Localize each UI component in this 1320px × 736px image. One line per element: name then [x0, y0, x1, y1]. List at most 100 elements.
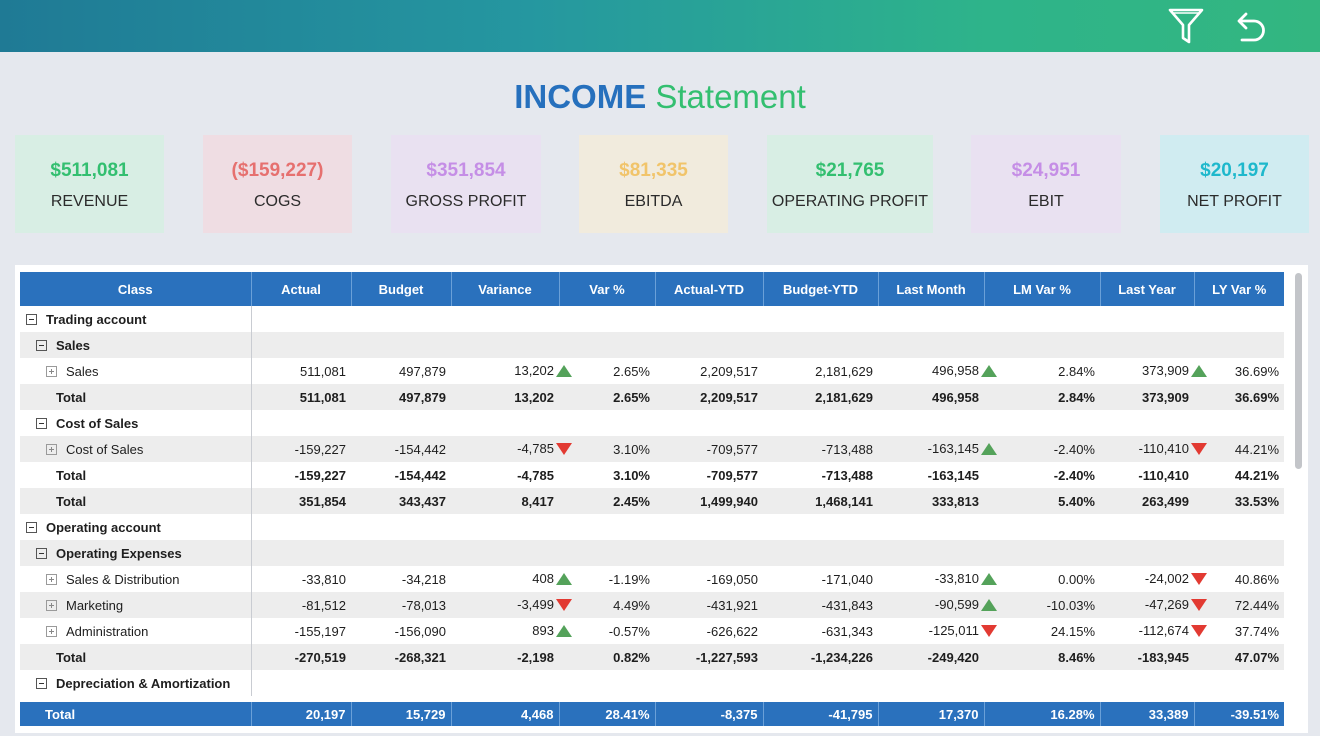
grand-total-value: 20,197: [251, 702, 352, 726]
variance-cell: -24,002: [1100, 566, 1207, 592]
cell-value: [559, 670, 655, 696]
cell-value: 0.00%: [1058, 571, 1095, 587]
cell-value: -163,145: [927, 441, 979, 456]
cell-value: 511,081: [251, 384, 351, 410]
collapse-icon[interactable]: [36, 417, 47, 429]
column-header[interactable]: Actual: [251, 272, 352, 306]
table-row: Administration -155,197 -156,090 893 -0.57% -…: [20, 618, 1284, 644]
triangle-down-icon: [981, 625, 997, 637]
column-header[interactable]: LY Var %: [1194, 272, 1284, 306]
column-header[interactable]: Actual-YTD: [655, 272, 764, 306]
triangle-down-icon: [1191, 625, 1207, 637]
table-row: Marketing -81,512 -78,013 -3,499 4.49% -431,9…: [20, 592, 1284, 618]
column-header[interactable]: Budget-YTD: [763, 272, 879, 306]
column-header[interactable]: Variance: [451, 272, 560, 306]
kpi-card-ebitda: $81,335 EBITDA: [579, 135, 728, 233]
row-label-text: Operating Expenses: [56, 545, 182, 561]
row-label-text: Sales: [56, 337, 90, 353]
cell-value: -154,442: [351, 436, 451, 462]
cell-value: [351, 332, 451, 358]
cell-value: 893: [532, 623, 554, 638]
cell-value: 36.69%: [1234, 363, 1279, 379]
column-header[interactable]: Budget: [351, 272, 452, 306]
cell-value: -2.40%: [984, 436, 1100, 462]
column-header[interactable]: Last Year: [1100, 272, 1195, 306]
variance-cell: -112,674: [1100, 618, 1207, 644]
vertical-scrollbar[interactable]: [1295, 273, 1302, 469]
column-header[interactable]: Class: [20, 272, 252, 306]
cell-value: 40.86%: [1234, 571, 1279, 587]
cell-value: [655, 540, 763, 566]
row-label-text: Total: [56, 389, 87, 405]
cell-value: [984, 332, 1100, 358]
triangle-up-icon: [556, 365, 572, 377]
table-row: Total 351,854 343,437 8,417 2.45% 1,499,940 1,…: [20, 488, 1284, 514]
expand-icon[interactable]: [46, 365, 57, 377]
cell-value: -125,011: [928, 623, 979, 638]
table-row: Total 511,081 497,879 13,202 2.65% 2,209,517 2…: [20, 384, 1284, 410]
cell-value: -112,674: [1138, 623, 1189, 638]
column-header[interactable]: LM Var %: [984, 272, 1101, 306]
variance-cell: 373,909: [1100, 358, 1207, 384]
row-label: Marketing: [20, 592, 252, 618]
collapse-icon[interactable]: [36, 547, 47, 559]
cell-value: 2.84%: [1058, 363, 1095, 379]
variance-cell: -163,145: [878, 436, 997, 462]
cell-value: [1100, 332, 1194, 358]
cell-value: [451, 540, 559, 566]
collapse-icon[interactable]: [36, 339, 47, 351]
expand-icon[interactable]: [46, 573, 57, 585]
cell-value: 24.15%: [1050, 623, 1095, 639]
kpi-value: $21,765: [815, 160, 885, 181]
header-row: Class Actual Budget Variance Var % Actual-YTD…: [20, 272, 1284, 306]
cell-value: [763, 540, 878, 566]
cell-value: 44.21%: [1234, 467, 1279, 483]
cell-value: [878, 540, 984, 566]
cell-value: [1194, 332, 1284, 358]
cell-value: [1100, 514, 1194, 540]
cell-value: -270,519: [251, 644, 351, 670]
cell-value: 3.10%: [559, 436, 655, 462]
row-label: Cost of Sales: [20, 436, 252, 462]
cell-value: -155,197: [294, 623, 346, 639]
grand-total-value: -39.51%: [1230, 706, 1279, 722]
row-label-text: Trading account: [46, 311, 147, 327]
cell-value: 496,958: [878, 384, 984, 410]
cell-value: [763, 332, 878, 358]
cell-value: [878, 670, 984, 696]
cell-value: 497,879: [399, 363, 446, 379]
variance-cell: 496,958: [878, 358, 997, 384]
cell-value: -33,810: [934, 571, 979, 586]
cell-value: [878, 514, 984, 540]
cell-value: -268,321: [351, 644, 451, 670]
collapse-icon[interactable]: [36, 677, 47, 689]
table-row: Trading account: [20, 306, 1284, 332]
cell-value: [351, 514, 451, 540]
expand-icon[interactable]: [46, 599, 57, 611]
cell-value: 33.53%: [1194, 488, 1284, 514]
triangle-up-icon: [981, 365, 997, 377]
column-header[interactable]: Var %: [559, 272, 656, 306]
row-label-text: Marketing: [66, 597, 124, 613]
cell-value: 2,209,517: [700, 363, 758, 379]
collapse-icon[interactable]: [26, 313, 37, 325]
filter-button[interactable]: [1166, 6, 1206, 46]
cell-value: -110,410: [1138, 467, 1189, 483]
expand-icon[interactable]: [46, 625, 57, 637]
collapse-icon[interactable]: [26, 521, 37, 533]
cell-value: [559, 306, 655, 332]
cell-value: 13,202: [514, 363, 554, 378]
cell-value: -2.40%: [1053, 467, 1095, 483]
expand-icon[interactable]: [46, 443, 57, 455]
cell-value: -249,420: [878, 644, 984, 670]
cell-value: 1,499,940: [655, 488, 763, 514]
back-button[interactable]: [1229, 6, 1269, 46]
cell-value: 373,909: [1100, 384, 1194, 410]
cell-value: 351,854: [251, 488, 351, 514]
table-row: Operating account: [20, 514, 1284, 540]
kpi-value: ($159,227): [231, 160, 324, 181]
cell-value: -78,013: [351, 592, 451, 618]
column-header[interactable]: Last Month: [878, 272, 985, 306]
cell-value: 511,081: [299, 363, 346, 379]
row-label-text: Total: [56, 649, 87, 665]
